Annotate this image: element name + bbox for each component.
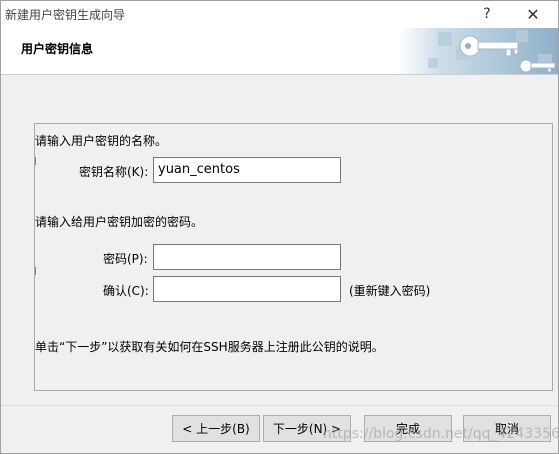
close-button[interactable]: ✕ <box>513 3 553 25</box>
footer-divider <box>1 405 558 406</box>
password-input[interactable] <box>153 244 341 270</box>
help-button[interactable]: ? <box>467 3 507 25</box>
page-title: 用户密钥信息 <box>21 42 94 56</box>
info-text: 单击“下一步”以获取有关如何在SSH服务器上注册此公钥的说明。 <box>35 340 384 354</box>
confirm-password-input[interactable] <box>153 276 341 302</box>
wizard-window: 新建用户密钥生成向导 ? ✕ 用户密钥信息 请输入用户密钥的名称。 密钥名称(K… <box>0 0 559 454</box>
confirm-label: 确认(C): <box>103 284 149 298</box>
key-name-input[interactable]: yuan_centos <box>153 157 341 183</box>
key-icon <box>398 28 558 74</box>
finish-button[interactable]: 完成 <box>364 415 452 442</box>
divider <box>35 157 36 165</box>
key-name-label: 密钥名称(K): <box>79 165 149 179</box>
cancel-button[interactable]: 取消 <box>463 415 551 442</box>
password-prompt: 请输入给用户密钥加密的密码。 <box>35 215 204 229</box>
next-button[interactable]: 下一步(N) > <box>263 415 351 442</box>
confirm-hint: (重新键入密码) <box>349 284 431 298</box>
password-label: 密码(P): <box>103 252 148 266</box>
wizard-content: 请输入用户密钥的名称。 密钥名称(K): yuan_centos 请输入给用户密… <box>1 75 558 405</box>
title-bar: 新建用户密钥生成向导 ? ✕ <box>1 1 558 28</box>
wizard-header: 用户密钥信息 <box>1 28 558 75</box>
window-title: 新建用户密钥生成向导 <box>5 8 126 22</box>
back-button[interactable]: < 上一步(B) <box>172 415 260 442</box>
divider <box>35 267 36 275</box>
name-prompt: 请输入用户密钥的名称。 <box>35 134 168 148</box>
